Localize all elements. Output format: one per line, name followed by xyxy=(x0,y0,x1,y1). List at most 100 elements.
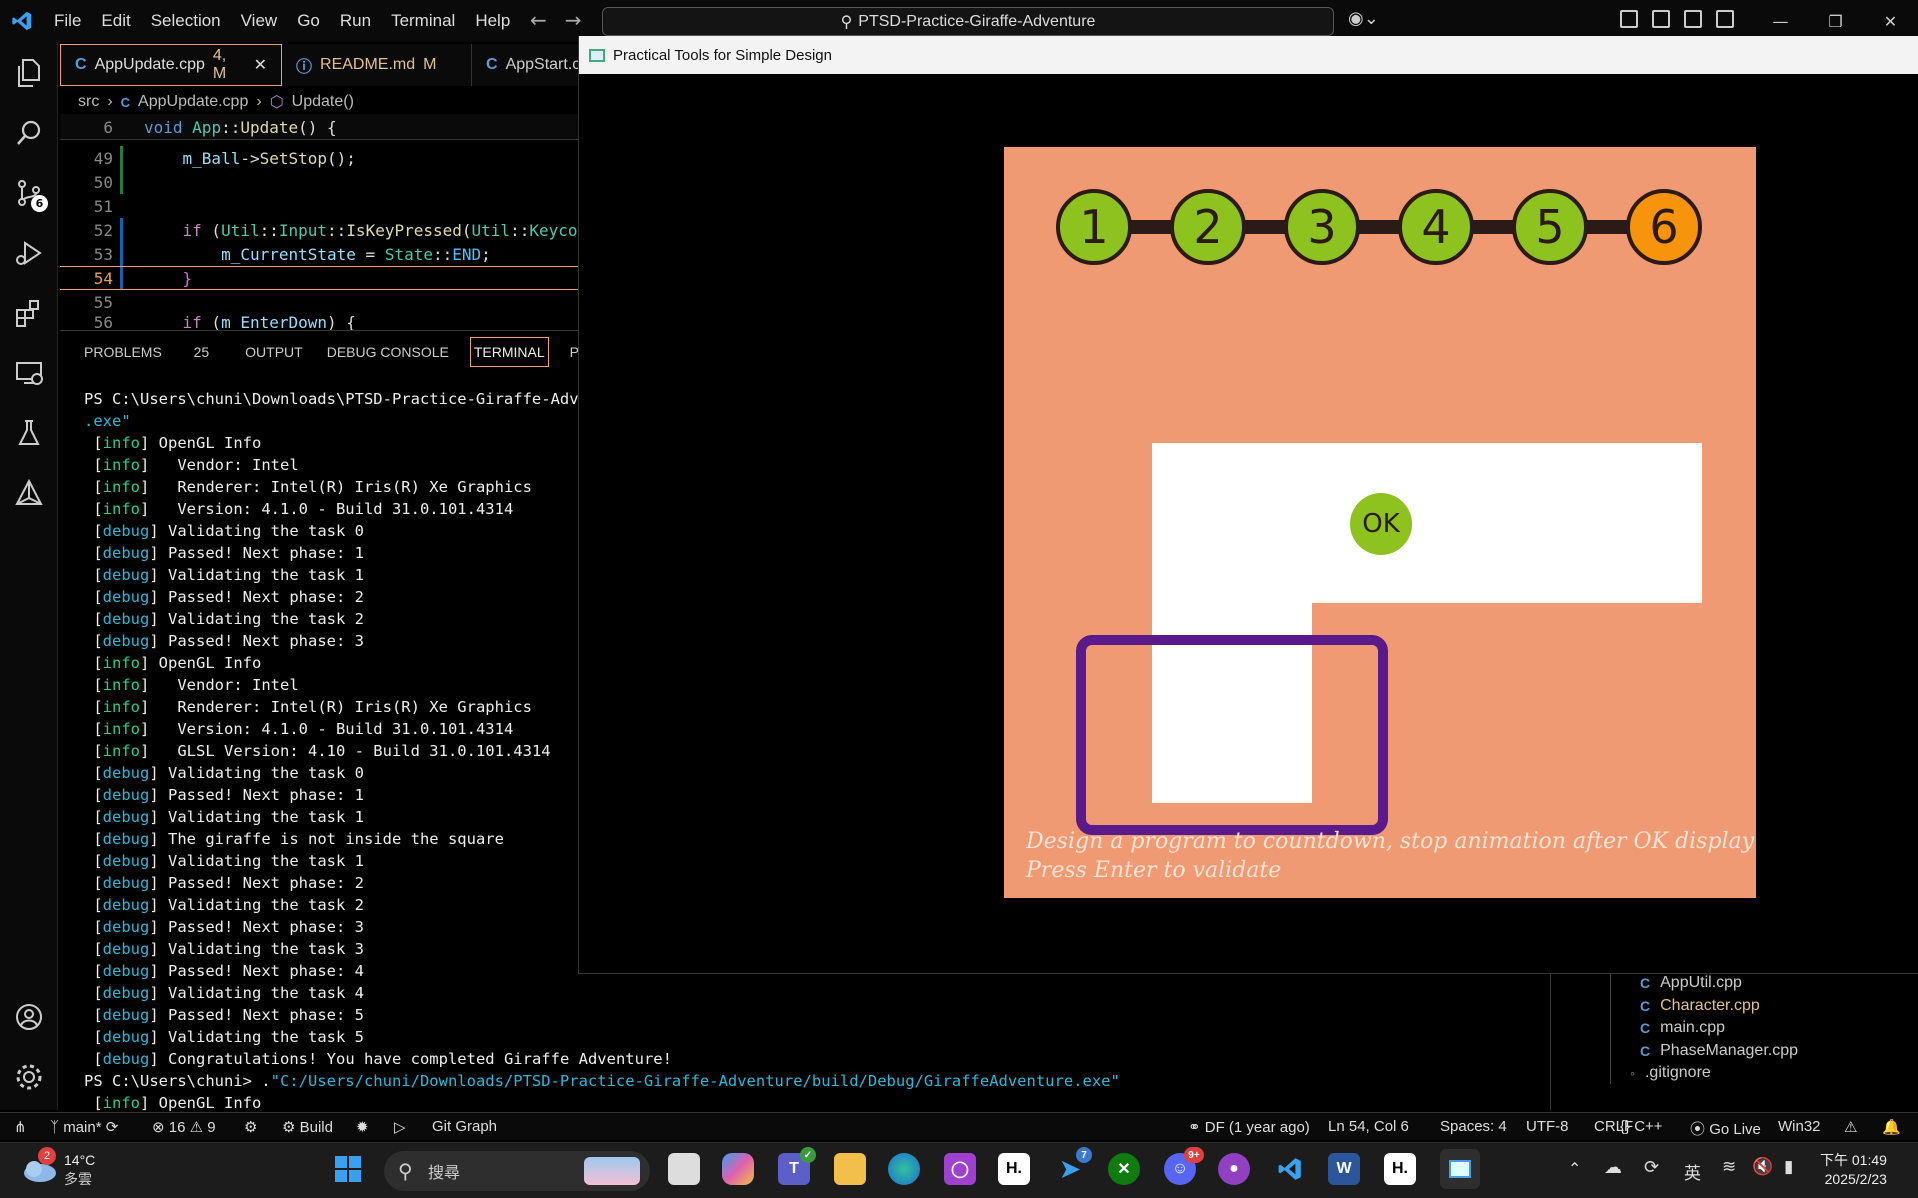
build-item[interactable]: ⚙ Build xyxy=(282,1118,333,1136)
search-icon[interactable] xyxy=(12,116,46,150)
toggle-secondary-sidebar-icon[interactable] xyxy=(1716,10,1734,28)
menu-selection[interactable]: Selection xyxy=(141,11,231,31)
menu-edit[interactable]: Edit xyxy=(91,11,140,31)
menu-help[interactable]: Help xyxy=(465,11,520,31)
problems-item[interactable]: ⊗ 16 ⚠ 9 xyxy=(152,1118,216,1136)
photo-app-icon[interactable]: ◯ xyxy=(944,1153,976,1185)
log-message: Renderer: Intel(R) Iris(R) Xe Graphics xyxy=(149,698,532,716)
xbox-icon[interactable]: ✕ xyxy=(1108,1153,1140,1185)
task-view-icon[interactable] xyxy=(668,1153,700,1185)
code-line: 56 if (m_EnterDown) { xyxy=(60,314,580,330)
game-canvas[interactable]: 123456 OK Design a program to countdown,… xyxy=(1004,147,1756,898)
forward-arrow-icon[interactable]: → xyxy=(565,8,582,32)
phase-indicator-3: 3 xyxy=(1284,189,1360,265)
cmake-launch-icon[interactable]: ⚙ xyxy=(244,1118,257,1136)
branch-icon: ᛉ xyxy=(50,1119,60,1136)
game-window-titlebar: Practical Tools for Simple Design xyxy=(579,36,1918,74)
commit-icon: ⚭ xyxy=(1188,1119,1201,1136)
branch-item[interactable]: ᛉ main* ⟳ xyxy=(50,1118,118,1136)
terminal-line: [debug] Congratulations! You have comple… xyxy=(84,1050,672,1068)
breadcrumb-symbol[interactable]: Update() xyxy=(292,93,354,111)
windows-start-icon[interactable] xyxy=(332,1153,364,1185)
tab-status: M xyxy=(423,56,437,73)
tab-label: AppUpdate.cpp xyxy=(94,56,205,73)
explorer-icon[interactable] xyxy=(12,56,46,90)
terminal-command: "C:/Users/chuni/Downloads/PTSD-Practice-… xyxy=(270,1072,1120,1090)
go-live-item[interactable]: ⦿ Go Live xyxy=(1690,1118,1761,1139)
breadcrumb-folder[interactable]: src xyxy=(78,93,99,111)
settings-gear-icon[interactable] xyxy=(12,1060,46,1094)
tab-debug-console[interactable]: DEBUG CONSOLE xyxy=(315,344,461,360)
copilot-icon[interactable]: ◉⌄ xyxy=(1348,8,1379,29)
discord-icon[interactable]: ☺ 9+ xyxy=(1164,1147,1204,1185)
tab-close-icon[interactable]: ✕ xyxy=(254,55,267,75)
source-control-icon[interactable]: 6 xyxy=(12,176,48,212)
toggle-primary-sidebar-icon[interactable] xyxy=(1652,10,1670,28)
platform[interactable]: Win32 xyxy=(1778,1118,1821,1135)
sticky-scroll-header[interactable]: 6 void App::Update() { xyxy=(60,114,580,140)
volume-muted-icon[interactable]: 🔇 xyxy=(1752,1157,1773,1177)
customize-layout-icon[interactable] xyxy=(1620,10,1638,28)
back-arrow-icon[interactable]: ← xyxy=(530,8,547,32)
h-app-icon[interactable]: H. xyxy=(998,1153,1030,1185)
menu-view[interactable]: View xyxy=(231,11,288,31)
ime-indicator[interactable]: 英 xyxy=(1684,1159,1701,1184)
h-app-icon-2[interactable]: H. xyxy=(1384,1153,1416,1185)
tab-label: PROBLEMS xyxy=(84,344,162,360)
tab-problems[interactable]: PROBLEMS 25 xyxy=(60,344,233,360)
weather-widget[interactable]: 2 xyxy=(20,1147,60,1187)
panel-sash[interactable] xyxy=(1550,974,1551,1110)
command-center-label: PTSD-Practice-Giraffe-Adventure xyxy=(858,12,1096,30)
vscode-taskbar-icon[interactable] xyxy=(1274,1153,1306,1185)
debug-bug-icon[interactable]: ✹ xyxy=(356,1118,369,1136)
game-window[interactable]: Practical Tools for Simple Design 123456… xyxy=(578,36,1918,974)
testing-flask-icon[interactable] xyxy=(12,416,46,450)
remote-indicator-icon[interactable]: ⋔ xyxy=(14,1118,27,1136)
menu-terminal[interactable]: Terminal xyxy=(381,11,465,31)
warning-icon[interactable]: ⚠ xyxy=(1844,1118,1857,1136)
notifications-bell-icon[interactable]: 🔔 xyxy=(1882,1118,1901,1136)
taskbar-search[interactable]: ⚲ 搜尋 xyxy=(384,1151,650,1191)
onedrive-icon[interactable]: ☁ xyxy=(1604,1157,1622,1178)
messenger-app-icon[interactable]: ➤ 7 xyxy=(1054,1147,1092,1185)
game-window-taskbar-icon[interactable] xyxy=(1440,1149,1480,1189)
cursor-position[interactable]: Ln 54, Col 6 xyxy=(1328,1118,1409,1135)
run-play-icon[interactable]: ▷ xyxy=(394,1118,406,1136)
cmake-icon[interactable] xyxy=(12,476,46,510)
tab-readme[interactable]: ⓘ README.md M xyxy=(282,44,472,86)
tab-output[interactable]: OUTPUT xyxy=(233,344,315,360)
git-blame-item[interactable]: ⚭ DF (1 year ago) xyxy=(1188,1118,1310,1136)
explorer-file-item[interactable]: ◦ .gitignore xyxy=(1630,1060,1918,1086)
tab-appupdate[interactable]: C AppUpdate.cpp 4, M ✕ xyxy=(60,44,282,86)
sync-tray-icon[interactable]: ⟳ xyxy=(1644,1157,1659,1178)
menu-run[interactable]: Run xyxy=(330,11,381,31)
git-graph-item[interactable]: Git Graph xyxy=(432,1118,497,1135)
github-icon[interactable]: ● xyxy=(1218,1153,1250,1185)
remote-explorer-icon[interactable] xyxy=(12,356,46,390)
accounts-icon[interactable] xyxy=(12,1000,46,1034)
tab-terminal[interactable]: TERMINAL xyxy=(469,337,549,367)
clock[interactable]: 下午 01:49 2025/2/23 xyxy=(1820,1151,1887,1189)
encoding[interactable]: UTF-8 xyxy=(1526,1118,1569,1135)
file-explorer-icon[interactable] xyxy=(834,1153,866,1185)
log-tag: debug xyxy=(102,1006,150,1024)
menu-file[interactable]: File xyxy=(44,11,91,31)
show-hidden-icons-chevron[interactable]: ⌃ xyxy=(1568,1159,1581,1179)
battery-icon[interactable]: ▮ xyxy=(1784,1157,1793,1177)
wifi-icon[interactable]: ≋ xyxy=(1722,1157,1736,1177)
error-icon: ⊗ xyxy=(152,1119,165,1136)
copilot-app-icon[interactable] xyxy=(722,1153,754,1185)
run-debug-icon[interactable] xyxy=(12,236,46,270)
teams-icon[interactable]: T ✓ xyxy=(778,1147,816,1185)
command-center-search[interactable]: ⚲ PTSD-Practice-Giraffe-Adventure xyxy=(602,7,1334,36)
word-icon[interactable]: W xyxy=(1328,1153,1360,1185)
language-mode[interactable]: {} C++ xyxy=(1620,1118,1663,1135)
breadcrumb-file[interactable]: AppUpdate.cpp xyxy=(138,93,248,111)
toggle-panel-icon[interactable] xyxy=(1684,10,1702,28)
menu-go[interactable]: Go xyxy=(287,11,330,31)
tab-appstart[interactable]: C AppStart.c xyxy=(472,44,580,86)
indentation[interactable]: Spaces: 4 xyxy=(1440,1118,1507,1135)
log-message: Validating the task 1 xyxy=(158,852,364,870)
edge-icon[interactable] xyxy=(888,1153,920,1185)
extensions-icon[interactable] xyxy=(12,296,46,330)
